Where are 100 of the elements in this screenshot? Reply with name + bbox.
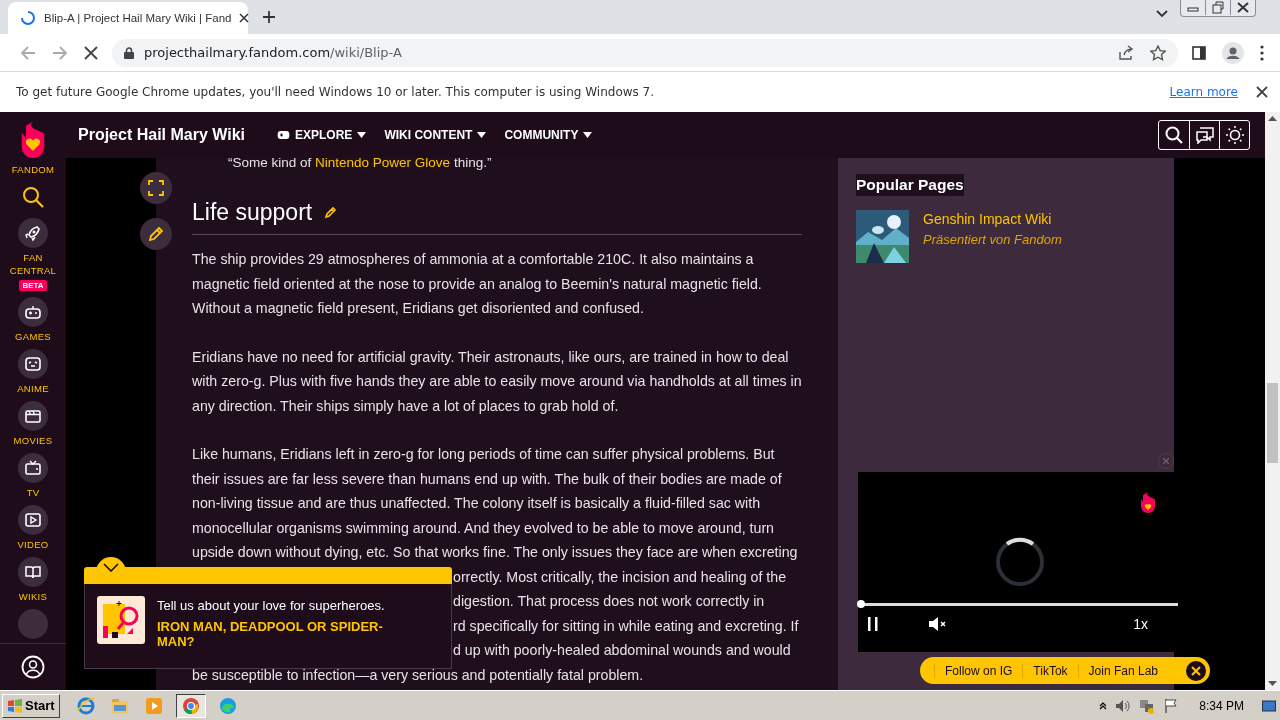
avatar-icon (1222, 41, 1244, 64)
forward-arrow-icon (52, 44, 68, 61)
poll-prompt: Tell us about your love for superheroes. (157, 598, 386, 613)
popular-page-link[interactable]: Genshin Impact Wiki (923, 211, 1062, 227)
side-panel-icon (1192, 45, 1206, 60)
close-icon (84, 45, 98, 60)
tab-search-button[interactable] (1156, 10, 1168, 18)
profile-button[interactable] (1222, 41, 1244, 64)
windows-logo-icon (7, 698, 23, 713)
pause-button[interactable] (868, 616, 878, 632)
chevron-up-icon[interactable] (1099, 701, 1108, 710)
magnifier-chart-drawing (97, 596, 145, 644)
paragraph-line: Like humans, Eridians left in zero-g for long periods of time can suffer physical problems. But (192, 445, 775, 464)
pencil-icon (147, 225, 165, 243)
video-player[interactable]: 1x (858, 472, 1178, 652)
plus-icon (262, 10, 276, 24)
nav-menu[interactable]: WIKI CONTENT (384, 128, 487, 142)
side-panel-button[interactable] (1192, 45, 1206, 60)
close-infobar-button[interactable] (1256, 86, 1268, 98)
sidebar-link[interactable]: WIKIS (18, 589, 48, 603)
nav-menu[interactable]: COMMUNITY (504, 128, 593, 142)
learn-more-link[interactable]: Learn more (1169, 85, 1238, 99)
edit-button[interactable] (140, 218, 172, 250)
show-desktop-icon[interactable] (1262, 698, 1276, 713)
playback-speed-button[interactable]: 1x (1133, 616, 1148, 632)
clapperboard-icon (18, 400, 48, 431)
clock[interactable]: 8:34 PM (1199, 698, 1244, 713)
sidebar-link[interactable]: ANIME (17, 381, 49, 395)
new-tab-button[interactable] (262, 10, 276, 24)
triangle-up-icon (1268, 116, 1277, 121)
sidebar-link[interactable]: VIDEO (17, 537, 49, 551)
loading-spinner-icon (994, 536, 1046, 588)
fandom-label: FANDOM (11, 162, 55, 176)
chrome-icon (180, 695, 201, 716)
fullscreen-button[interactable] (140, 172, 172, 204)
close-icon[interactable] (239, 13, 250, 23)
social-link[interactable]: TikTok (1022, 663, 1078, 678)
sponsor-caption: Präsentiert von Fandom (923, 232, 1062, 247)
poll-question[interactable]: IRON MAN, DEADPOOL OR SPIDER-MAN? (157, 619, 417, 649)
network-icon[interactable] (1139, 697, 1156, 714)
taskbar-app[interactable] (175, 693, 206, 718)
progress-slider[interactable] (858, 600, 1178, 608)
share-icon (1118, 44, 1134, 61)
browser-tab[interactable]: Blip-A | Project Hail Mary Wiki | Fand (8, 2, 248, 34)
nav-menu[interactable]: EXPLORE (277, 128, 367, 142)
sidebar-link[interactable]: TV (26, 485, 40, 499)
close-bar-button[interactable] (1186, 660, 1206, 681)
rocket-icon (18, 217, 48, 248)
sun-icon (1224, 125, 1245, 145)
chat-bubbles-icon (1194, 126, 1215, 144)
circle-icon (18, 608, 48, 639)
paragraph-line: rd specifically for sitting in while eating and excreting. If (453, 616, 799, 636)
scrollbar-thumb[interactable] (1267, 383, 1278, 463)
speaker-icon[interactable] (1115, 698, 1132, 713)
article-link[interactable]: Nintendo Power Glove (315, 158, 451, 170)
url-text: projecthailmary.fandom.com/wiki/Blip-A (144, 45, 403, 60)
book-icon (18, 556, 48, 587)
search-icon[interactable] (22, 185, 44, 208)
paragraph: The ship provides 29 atmospheres of ammonia at a comfortable 210C. It also maintains a magnetic field oriented at the nose to provide an analog to Beemin's natural magnetic field. Without a magnetic field present, Eridians get disoriented and confused. (192, 250, 763, 318)
flag-icon[interactable] (1163, 697, 1180, 714)
paragraph: Eridians have no need for artificial gravity. Their astronauts, like ours, are trained in how to deal with zero-g. Plus with five hands they are able to easily move around via handholds at all times in any direction. Their ships simply have a lot of places to grab hold of. (192, 347, 802, 416)
wiki-title[interactable]: Project Hail Mary Wiki (78, 126, 246, 144)
paragraph-line: orrectly. Most critically, the incision and healing of the (453, 567, 787, 587)
address-bar[interactable]: projecthailmary.fandom.com/wiki/Blip-A (112, 38, 1178, 67)
sidebar-link[interactable]: MOVIES (13, 433, 53, 447)
paragraph-line: monocellular organisms swimming around. And they evolved to be able to move around, turn (192, 518, 774, 538)
quote-text: “Some kind of Nintendo Power Glove thing.” (228, 158, 493, 172)
paragraph-line: non-living tissue and are thus unaffected. The colony itself is basically a fluid-filled sac with (192, 494, 761, 513)
menu-dots-icon (1260, 44, 1264, 61)
fandom-logo-link[interactable]: FANDOM (11, 120, 55, 176)
tab-title: Blip-A | Project Hail Mary Wiki | Fand (44, 12, 232, 24)
share-button[interactable] (1118, 44, 1134, 61)
edge-icon (217, 695, 238, 716)
close-icon (1191, 665, 1201, 676)
bookmark-button[interactable] (1150, 44, 1166, 61)
beta-badge: BETA (19, 279, 47, 291)
update-message: To get future Google Chrome updates, you'll need Windows 10 or later. This computer is using Windows 7. (16, 85, 656, 99)
paragraph-line: upside down without dying, etc. So that works fine. The only issues they face are when excreting (192, 543, 798, 562)
social-link[interactable]: Join Fan Lab (1077, 663, 1168, 678)
gamepad-icon (277, 130, 291, 140)
section-heading: Life support (192, 199, 313, 226)
pencil-icon[interactable] (324, 206, 338, 219)
pause-icon (868, 616, 878, 632)
mute-button[interactable] (928, 616, 948, 632)
lock-icon (124, 46, 134, 59)
sidebar-link[interactable]: FAN CENTRAL (9, 250, 57, 277)
ie-icon (75, 695, 96, 716)
close-icon (1163, 458, 1169, 464)
start-button[interactable]: Start (2, 693, 60, 718)
expand-icon (148, 180, 164, 196)
sidebar-link[interactable]: GAMES (15, 329, 51, 343)
stop-button[interactable] (84, 45, 98, 60)
caret-down-icon (477, 132, 487, 138)
menu-button[interactable] (1260, 44, 1264, 61)
media-player-icon (143, 695, 164, 716)
caret-down-icon (583, 132, 593, 138)
caret-down-icon (357, 132, 367, 138)
user-icon[interactable] (21, 655, 45, 679)
close-icon (1256, 86, 1268, 98)
social-link[interactable]: Follow on IG (934, 663, 1023, 678)
